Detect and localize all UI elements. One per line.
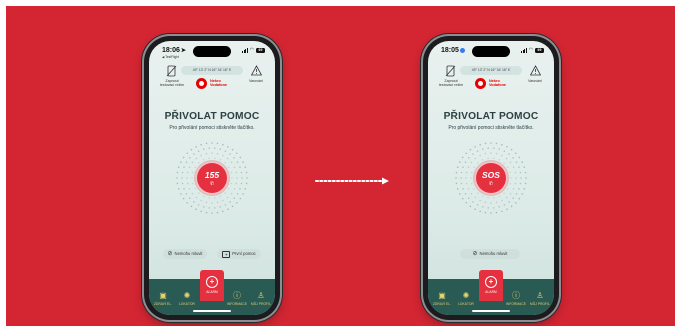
first-aid-label: První pomoc: [232, 251, 256, 256]
cannot-speak-label: Nemohu mluvit: [479, 251, 508, 256]
wifi-icon: ◠: [528, 47, 533, 53]
operator-name: Nekro Vodafone: [489, 79, 507, 88]
tab-profil[interactable]: ♙ MŮJ PROFIL: [528, 291, 552, 306]
first-aid-button[interactable]: + První pomoc: [217, 249, 261, 259]
call-button-area: SOS ✆: [454, 141, 528, 215]
home-indicator: [193, 310, 231, 312]
info-icon: ⓘ: [512, 291, 520, 300]
tab-zdravi[interactable]: ▣ ZDRAVÍ EL.: [151, 291, 175, 306]
cannot-speak-label: Nemohu mluvit: [174, 251, 203, 256]
info-icon: ⓘ: [233, 291, 241, 300]
wifi-icon: ◠: [249, 47, 254, 53]
status-bar: 18:05 ◠ 69: [428, 45, 554, 61]
tab-alarm[interactable]: + ALARM: [479, 270, 503, 301]
vodafone-logo-icon: [475, 78, 486, 89]
status-time: 18:06➤: [162, 47, 186, 54]
tab-bar: ▣ ZDRAVÍ EL. ✺ LOKÁTOR + ALARM ⓘ INFORMA…: [428, 270, 554, 315]
status-time: 18:05: [441, 47, 465, 54]
presentation-canvas: 18:06➤ ◀ TestFlight ◠ 69 Zapnout testova…: [6, 6, 675, 326]
locator-icon: ✺: [462, 291, 470, 300]
home-indicator: [472, 310, 510, 312]
screen-after: 18:05 ◠ 69 Zapnout testovací režim 49° 1…: [428, 41, 554, 315]
tab-bar: ▣ ZDRAVÍ EL. ✺ LOKÁTOR + ALARM ⓘ INFORMA…: [149, 270, 275, 315]
test-mode-label[interactable]: Zapnout testovací režim: [158, 79, 186, 88]
warning-label[interactable]: Varování: [522, 79, 548, 83]
call-button-label: SOS: [482, 170, 500, 180]
call-button-label: 155: [204, 170, 220, 180]
operator-name: Nekro Vodafone: [210, 79, 228, 88]
coordinates-display: 49° 13' 2" N 16° 34' 18" E: [460, 66, 522, 75]
phone-before: 18:06➤ ◀ TestFlight ◠ 69 Zapnout testova…: [144, 36, 280, 320]
id-card-icon: ▣: [159, 291, 167, 300]
operator-badge: Nekro Vodafone: [475, 78, 515, 90]
warning-icon[interactable]: [251, 65, 262, 76]
signal-icon: [242, 48, 248, 53]
warning-label[interactable]: Varování: [243, 79, 269, 83]
back-to-app-label[interactable]: ◀ TestFlight: [162, 55, 179, 59]
alarm-plus-icon: +: [485, 276, 497, 288]
status-icons: ◠ 69: [242, 48, 265, 53]
tab-lokator[interactable]: ✺ LOKÁTOR: [175, 291, 199, 306]
phone-icon: ✆: [209, 181, 215, 187]
battery-icon: 69: [535, 48, 544, 53]
profile-icon: ♙: [536, 291, 544, 300]
test-mode-icon[interactable]: [166, 65, 177, 77]
operator-badge: Nekro Vodafone: [196, 78, 236, 90]
status-icons: ◠ 69: [521, 48, 544, 53]
tab-lokator[interactable]: ✺ LOKÁTOR: [454, 291, 478, 306]
call-button-area: 155 ✆: [175, 141, 249, 215]
location-arrow-icon: ➤: [180, 48, 186, 54]
tab-informace[interactable]: ⓘ INFORMACE: [225, 291, 249, 306]
tab-profil[interactable]: ♙ MŮJ PROFIL: [249, 291, 273, 306]
warning-icon[interactable]: [530, 65, 541, 76]
phone-icon: ✆: [488, 181, 494, 187]
transition-arrow-icon: [315, 177, 389, 185]
locator-icon: ✺: [183, 291, 191, 300]
vodafone-logo-icon: [196, 78, 207, 89]
tab-informace[interactable]: ⓘ INFORMACE: [504, 291, 528, 306]
coordinates-display: 49° 13' 2" N 16° 34' 18" E: [181, 66, 243, 75]
screen-before: 18:06➤ ◀ TestFlight ◠ 69 Zapnout testova…: [149, 41, 275, 315]
phone-after: 18:05 ◠ 69 Zapnout testovací režim 49° 1…: [423, 36, 559, 320]
profile-icon: ♙: [257, 291, 265, 300]
test-mode-label[interactable]: Zapnout testovací režim: [437, 79, 465, 88]
page-subtitle: Pro přivolání pomoci stiskněte tlačítko.: [169, 125, 255, 131]
tab-alarm[interactable]: + ALARM: [200, 270, 224, 301]
cannot-speak-button[interactable]: ⊘ Nemohu mluvit: [460, 249, 520, 259]
page-subtitle: Pro přivolání pomoci stiskněte tlačítko.: [448, 125, 534, 131]
signal-icon: [521, 48, 527, 53]
tab-zdravi[interactable]: ▣ ZDRAVÍ EL.: [430, 291, 454, 306]
status-bar: 18:06➤ ◀ TestFlight ◠ 69: [149, 45, 275, 61]
first-aid-icon: +: [222, 250, 231, 258]
sos-button[interactable]: SOS ✆: [476, 163, 506, 193]
cannot-speak-icon: ⊘: [167, 251, 173, 257]
page-title: PŘIVOLAT POMOC: [164, 111, 260, 122]
test-mode-icon[interactable]: [445, 65, 456, 77]
call-155-button[interactable]: 155 ✆: [197, 163, 227, 193]
id-card-icon: ▣: [438, 291, 446, 300]
battery-icon: 69: [256, 48, 265, 53]
cannot-speak-button[interactable]: ⊘ Nemohu mluvit: [163, 249, 207, 259]
alarm-plus-icon: +: [206, 276, 218, 288]
location-dot-icon: [459, 47, 465, 53]
page-title: PŘIVOLAT POMOC: [443, 111, 539, 122]
cannot-speak-icon: ⊘: [472, 251, 478, 257]
